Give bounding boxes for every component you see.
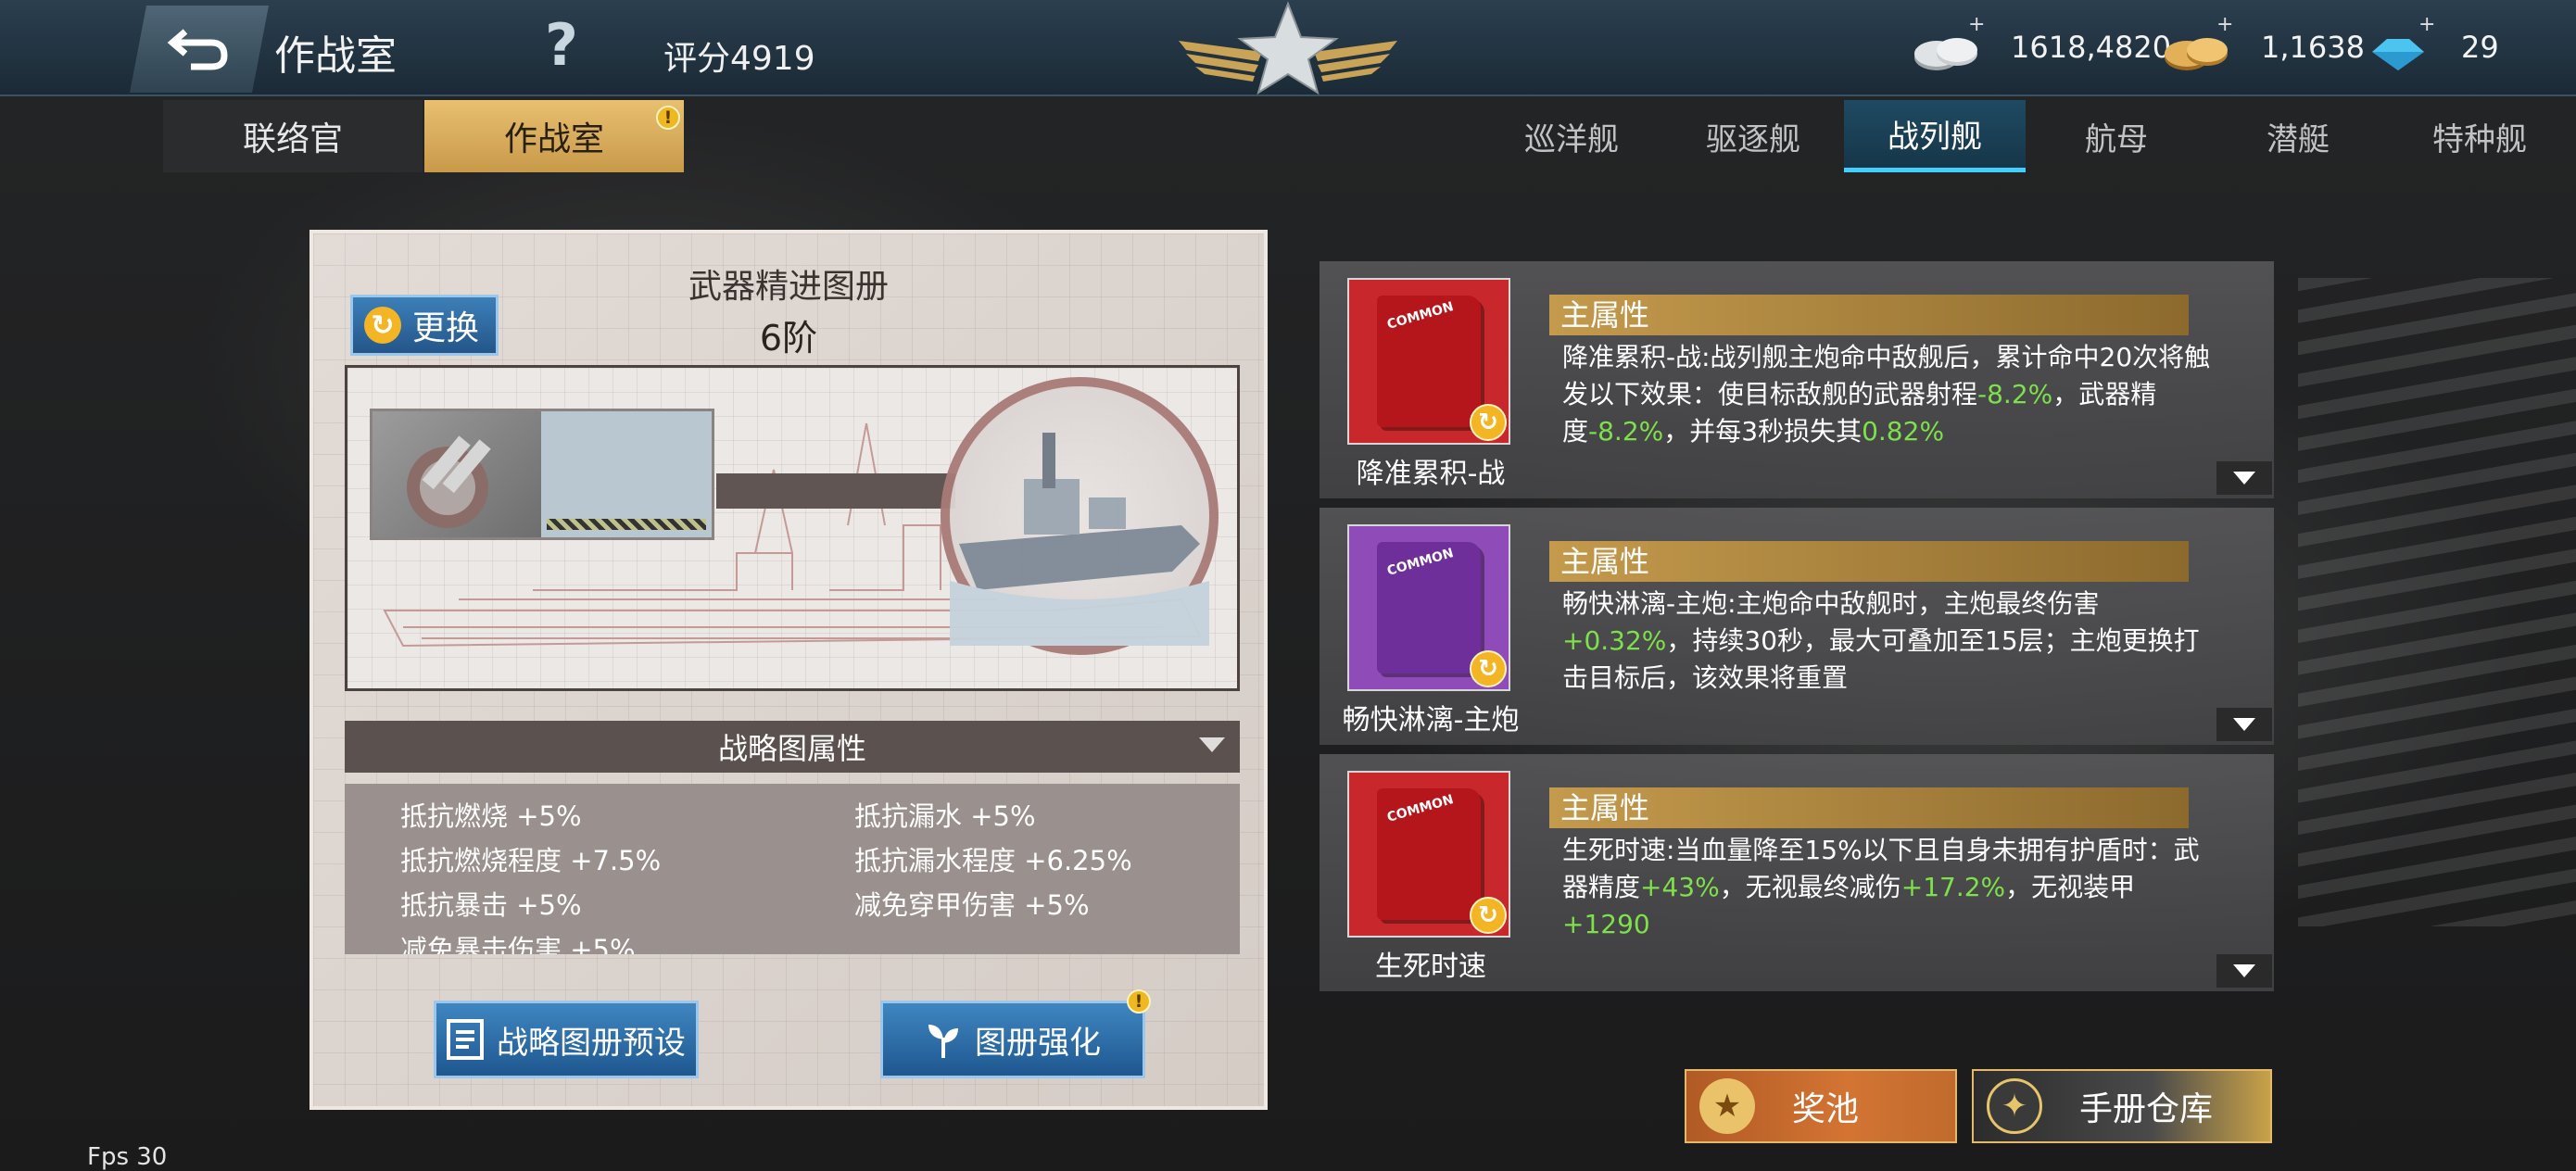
album-card: COMMON ↻ 降准累积-战 主属性 降准累积-战:战列舰主炮命中敌舰后，累计… <box>1320 261 2274 498</box>
book-name: 降准累积-战 <box>1356 458 1506 490</box>
back-arrow-icon <box>167 29 228 70</box>
star-wings-emblem-icon <box>1179 1 1397 95</box>
book-description: 畅快淋漓-主炮:主炮命中敌舰时，主炮最终伤害+0.32%，持续30秒，最大可叠加… <box>1562 588 2200 693</box>
enhance-alert-icon: ! <box>1127 989 1151 1014</box>
sync-icon[interactable]: ↻ <box>1470 650 1507 687</box>
handbook-warehouse-label: 手册仓库 <box>2079 1090 2214 1128</box>
attribute-item: 抵抗漏水 +5% <box>854 800 1036 832</box>
page-title: 作战室 <box>274 32 397 80</box>
expand-arrow-icon[interactable] <box>2216 954 2272 988</box>
tab-special[interactable]: 特种舰 <box>2389 100 2570 172</box>
main-attribute-title: 主属性 <box>1549 295 2189 335</box>
strategy-attributes-title: 战略图属性 <box>717 731 866 766</box>
tab-battleship[interactable]: 战列舰 <box>1844 100 2026 172</box>
fps-counter: Fps 30 <box>87 1143 168 1171</box>
expand-arrow-icon[interactable] <box>2216 461 2272 495</box>
score-value: 评分4919 <box>663 40 815 78</box>
gem-amount: 29 <box>2461 30 2499 65</box>
strategy-attributes-header[interactable]: 战略图属性 <box>345 721 1240 773</box>
purple-book-icon: COMMON <box>1377 542 1481 674</box>
album-preset-label: 战略图册预设 <box>497 1024 686 1062</box>
sync-icon[interactable]: ↻ <box>1470 404 1507 441</box>
attribute-item: 抵抗燃烧程度 +7.5% <box>400 845 662 876</box>
red-book-icon: COMMON <box>1377 788 1481 920</box>
tab-war-room[interactable]: 作战室 <box>424 100 684 172</box>
hazard-stripe <box>547 519 706 530</box>
book-slot[interactable]: COMMON ↻ <box>1347 524 1510 691</box>
main-attribute-title: 主属性 <box>1549 541 2189 582</box>
attribute-item: 抵抗暴击 +5% <box>400 889 582 921</box>
book-slot[interactable]: COMMON ↻ <box>1347 278 1510 445</box>
gold-add-button[interactable]: + <box>2216 13 2233 36</box>
silver-add-button[interactable]: + <box>1968 13 1985 36</box>
medal-icon: ★ <box>1699 1078 1755 1134</box>
tab-liaison-officer[interactable]: 联络官 <box>163 100 423 172</box>
book-label: COMMON <box>1385 299 1456 333</box>
book-description: 生死时速:当血量降至15%以下且自身未拥有护盾时：武器精度+43%，无视最终减伤… <box>1562 835 2200 939</box>
tab-carrier[interactable]: 航母 <box>2026 100 2207 172</box>
sync-icon: ↻ <box>364 307 401 344</box>
album-enhance-label: 图册强化 <box>975 1024 1101 1062</box>
turret-slot-card[interactable] <box>370 409 714 540</box>
battleship-portrait <box>941 377 1219 655</box>
book-name: 畅快淋漓-主炮 <box>1342 704 1520 737</box>
gold-amount: 1,1638 <box>2261 30 2365 65</box>
album-card: COMMON ↻ 畅快淋漓-主炮 主属性 畅快淋漓-主炮:主炮命中敌舰时，主炮最… <box>1320 508 2274 745</box>
tab-submarine[interactable]: 潜艇 <box>2207 100 2389 172</box>
sync-icon[interactable]: ↻ <box>1470 897 1507 934</box>
reward-pool-label: 奖池 <box>1792 1090 1860 1128</box>
turret-icon <box>373 411 541 537</box>
book-name: 生死时速 <box>1375 951 1486 983</box>
war-room-alert-icon: ! <box>656 106 680 130</box>
handbook-warehouse-button[interactable]: ✦ 手册仓库 <box>1972 1069 2272 1143</box>
gem-icon <box>2372 39 2424 70</box>
window-light <box>2298 278 2576 926</box>
attribute-item: 抵抗漏水程度 +6.25% <box>854 845 1132 876</box>
gem-add-button[interactable]: + <box>2418 13 2435 36</box>
strategy-attributes-list[interactable]: 抵抗燃烧 +5% 抵抗漏水 +5% 抵抗燃烧程度 +7.5% 抵抗漏水程度 +6… <box>345 784 1240 954</box>
silver-amount: 1618,4820 <box>2011 30 2172 65</box>
top-bar: 作战室 ? 评分4919 + 1618,4820 + 1,1638 + 29 <box>0 0 2576 96</box>
silver-coin-icon <box>1914 38 1977 70</box>
back-button[interactable] <box>130 6 269 93</box>
attribute-item: 抵抗燃烧 +5% <box>400 800 582 832</box>
album-preset-button[interactable]: 战略图册预设 <box>434 1001 699 1078</box>
swap-label: 更换 <box>412 309 480 347</box>
ship-blueprint <box>345 365 1240 691</box>
book-slot[interactable]: COMMON ↻ <box>1347 771 1510 938</box>
red-book-icon: COMMON <box>1377 296 1481 427</box>
attribute-item: 减免穿甲伤害 +5% <box>854 889 1090 921</box>
tab-war-room-label: 作战室 <box>503 120 604 158</box>
attribute-item: 减免暴击伤害 +5% <box>400 934 636 954</box>
album-enhance-button[interactable]: 图册强化 <box>880 1001 1145 1078</box>
gold-coin-icon <box>2165 38 2228 70</box>
compass-icon: ✦ <box>1987 1078 2042 1134</box>
progress-placeholder-bar <box>716 473 955 509</box>
list-icon <box>447 1019 484 1060</box>
battleship-icon <box>950 433 1209 646</box>
dropdown-arrow-icon <box>1199 737 1225 752</box>
book-label: COMMON <box>1385 546 1456 579</box>
swap-button[interactable]: ↻ 更换 <box>350 295 499 356</box>
book-label: COMMON <box>1385 792 1456 825</box>
sprout-icon <box>928 1025 958 1058</box>
weapon-album-panel: 武器精进图册 6阶 ↻ 更换 战略图属性 抵抗燃烧 +5% 抵抗漏水 +5% 抵… <box>309 230 1268 1110</box>
album-card: COMMON ↻ 生死时速 主属性 生死时速:当血量降至15%以下且自身未拥有护… <box>1320 754 2274 991</box>
main-attribute-title: 主属性 <box>1549 787 2189 828</box>
turret-empty-slot <box>541 411 712 537</box>
tab-destroyer[interactable]: 驱逐舰 <box>1662 100 1844 172</box>
expand-arrow-icon[interactable] <box>2216 708 2272 741</box>
reward-pool-button[interactable]: ★ 奖池 <box>1685 1069 1957 1143</box>
help-icon[interactable]: ? <box>545 17 578 74</box>
book-description: 降准累积-战:战列舰主炮命中敌舰后，累计命中20次将触发以下效果：使目标敌舰的武… <box>1562 342 2211 447</box>
tab-cruiser[interactable]: 巡洋舰 <box>1481 100 1662 172</box>
